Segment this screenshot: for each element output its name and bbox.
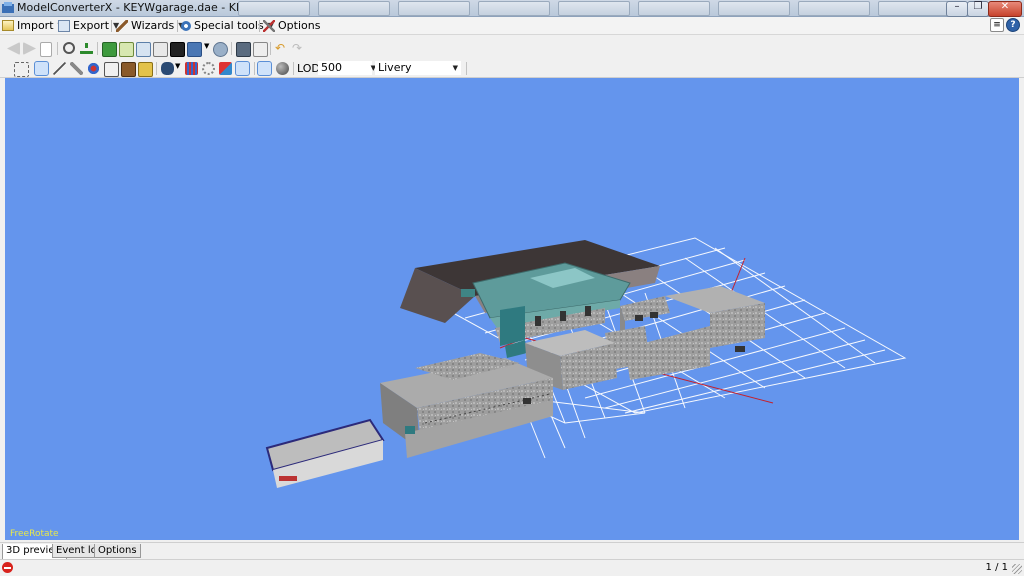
menu-options-label: Options (278, 19, 321, 32)
resize-grip[interactable] (1012, 564, 1022, 574)
menu-wizards[interactable]: Wizards ▼ (116, 18, 184, 33)
toolbar-separator (231, 42, 232, 55)
background-tab[interactable] (798, 1, 870, 16)
background-tab[interactable] (558, 1, 630, 16)
monitor-icon[interactable] (236, 42, 251, 57)
background-tab[interactable] (238, 1, 310, 16)
lights-icon[interactable] (219, 62, 232, 75)
bottom-tabs: 3D preview Event log Options (0, 542, 1024, 560)
redo-icon[interactable]: ↷ (292, 42, 305, 55)
maximize-button[interactable]: ❐ (967, 1, 989, 17)
menu-export-label: Export (73, 19, 110, 32)
night-icon[interactable] (276, 62, 289, 75)
import-icon (2, 20, 14, 31)
toolbar-separator (293, 62, 294, 75)
copy-icon[interactable] (136, 42, 151, 57)
grid-toggle-icon[interactable] (34, 61, 49, 76)
background-tab[interactable] (638, 1, 710, 16)
menu-separator (177, 20, 178, 32)
minimize-icon: – (954, 1, 960, 12)
toolbar-separator (254, 62, 255, 75)
menu-import-label: Import (17, 19, 54, 32)
material-icon[interactable] (102, 42, 117, 57)
maximize-icon: ❐ (973, 1, 983, 12)
hierarchy-icon[interactable] (80, 42, 93, 55)
toolbar-separator (270, 42, 271, 55)
forward-icon[interactable] (23, 42, 36, 55)
livery-value: Livery (378, 61, 412, 74)
sun-icon[interactable] (257, 61, 272, 76)
minimize-button[interactable]: – (946, 1, 968, 17)
toolbar-separator (466, 62, 467, 75)
tools-icon (263, 19, 275, 32)
collision-icon[interactable] (185, 62, 198, 75)
title-bar: ModelConverterX - KEYWgarage.dae - KEYWg… (0, 0, 1024, 17)
toolbar-separator (97, 42, 98, 55)
menu-import[interactable]: Import ▼ (2, 18, 64, 33)
axes-icon[interactable] (53, 62, 66, 75)
zoom-icon[interactable] (63, 42, 75, 54)
status-bar: 1 / 1 (0, 559, 1024, 576)
undo-icon[interactable]: ↶ (275, 42, 288, 55)
image-icon[interactable] (153, 42, 168, 57)
lod-value: 500 (321, 61, 342, 74)
gear-icon (181, 20, 191, 31)
back-icon[interactable] (7, 42, 20, 55)
menu-bar: Import ▼ Export ▼ Wizards ▼ Special tool… (0, 17, 1024, 35)
view-mode-label: FreeRotate (10, 529, 59, 539)
export-icon (58, 19, 70, 32)
background-tab[interactable] (718, 1, 790, 16)
settings-icon[interactable] (202, 62, 215, 75)
link-icon[interactable] (70, 62, 83, 75)
help-icon[interactable]: ? (1006, 18, 1020, 32)
wizard-wand-icon (116, 19, 128, 32)
main-toolbar: ▼ ↶ ↷ (0, 39, 1024, 58)
background-tab[interactable] (398, 1, 470, 16)
background-tab[interactable] (878, 1, 950, 16)
menu-options[interactable]: Options (263, 18, 320, 33)
view-toolbar: ▼ LOD 500 ▼ Livery ▼ (0, 59, 1024, 78)
livery-combobox[interactable]: Livery ▼ (375, 61, 461, 75)
error-stop-icon[interactable] (2, 562, 13, 573)
animation-icon[interactable] (87, 62, 100, 75)
menu-wizards-label: Wizards (131, 19, 175, 32)
model-jetway (500, 306, 525, 346)
menu-separator (111, 20, 112, 32)
display-icon[interactable] (170, 42, 185, 57)
toolbar-separator (156, 62, 157, 75)
background-tab[interactable] (478, 1, 550, 16)
textured-icon[interactable] (138, 62, 153, 77)
document-icon[interactable] (40, 42, 52, 57)
close-icon: ✕ (1000, 1, 1010, 12)
scenery-icon[interactable] (187, 42, 202, 57)
lod-combobox[interactable]: 500 ▼ (318, 61, 376, 75)
menu-special-tools-label: Special tools (194, 19, 264, 32)
toolbar-separator (57, 42, 58, 55)
object-icon[interactable] (235, 61, 250, 76)
background-tab[interactable] (318, 1, 390, 16)
camera-icon[interactable] (161, 62, 174, 75)
solid-icon[interactable] (121, 62, 136, 77)
scene-render (265, 237, 907, 488)
menu-separator (259, 20, 260, 32)
fit-view-icon[interactable] (14, 62, 29, 77)
texture-icon[interactable] (119, 42, 134, 57)
chevron-down-icon[interactable]: ▼ (175, 62, 181, 75)
3d-viewport[interactable]: FreeRotate (5, 78, 1019, 540)
app-icon (2, 2, 14, 13)
info-icon[interactable]: ≡ (990, 18, 1004, 32)
properties-icon[interactable] (253, 42, 268, 57)
lod-label: LOD (297, 62, 320, 75)
chevron-down-icon[interactable]: ▼ (204, 42, 210, 55)
wireframe-icon[interactable] (104, 62, 119, 77)
page-count: 1 / 1 (985, 562, 1008, 573)
globe-icon[interactable] (213, 42, 228, 57)
menu-export[interactable]: Export ▼ (58, 18, 119, 33)
tab-options[interactable]: Options (94, 544, 141, 558)
close-button[interactable]: ✕ (988, 1, 1022, 17)
chevron-down-icon: ▼ (452, 64, 458, 72)
